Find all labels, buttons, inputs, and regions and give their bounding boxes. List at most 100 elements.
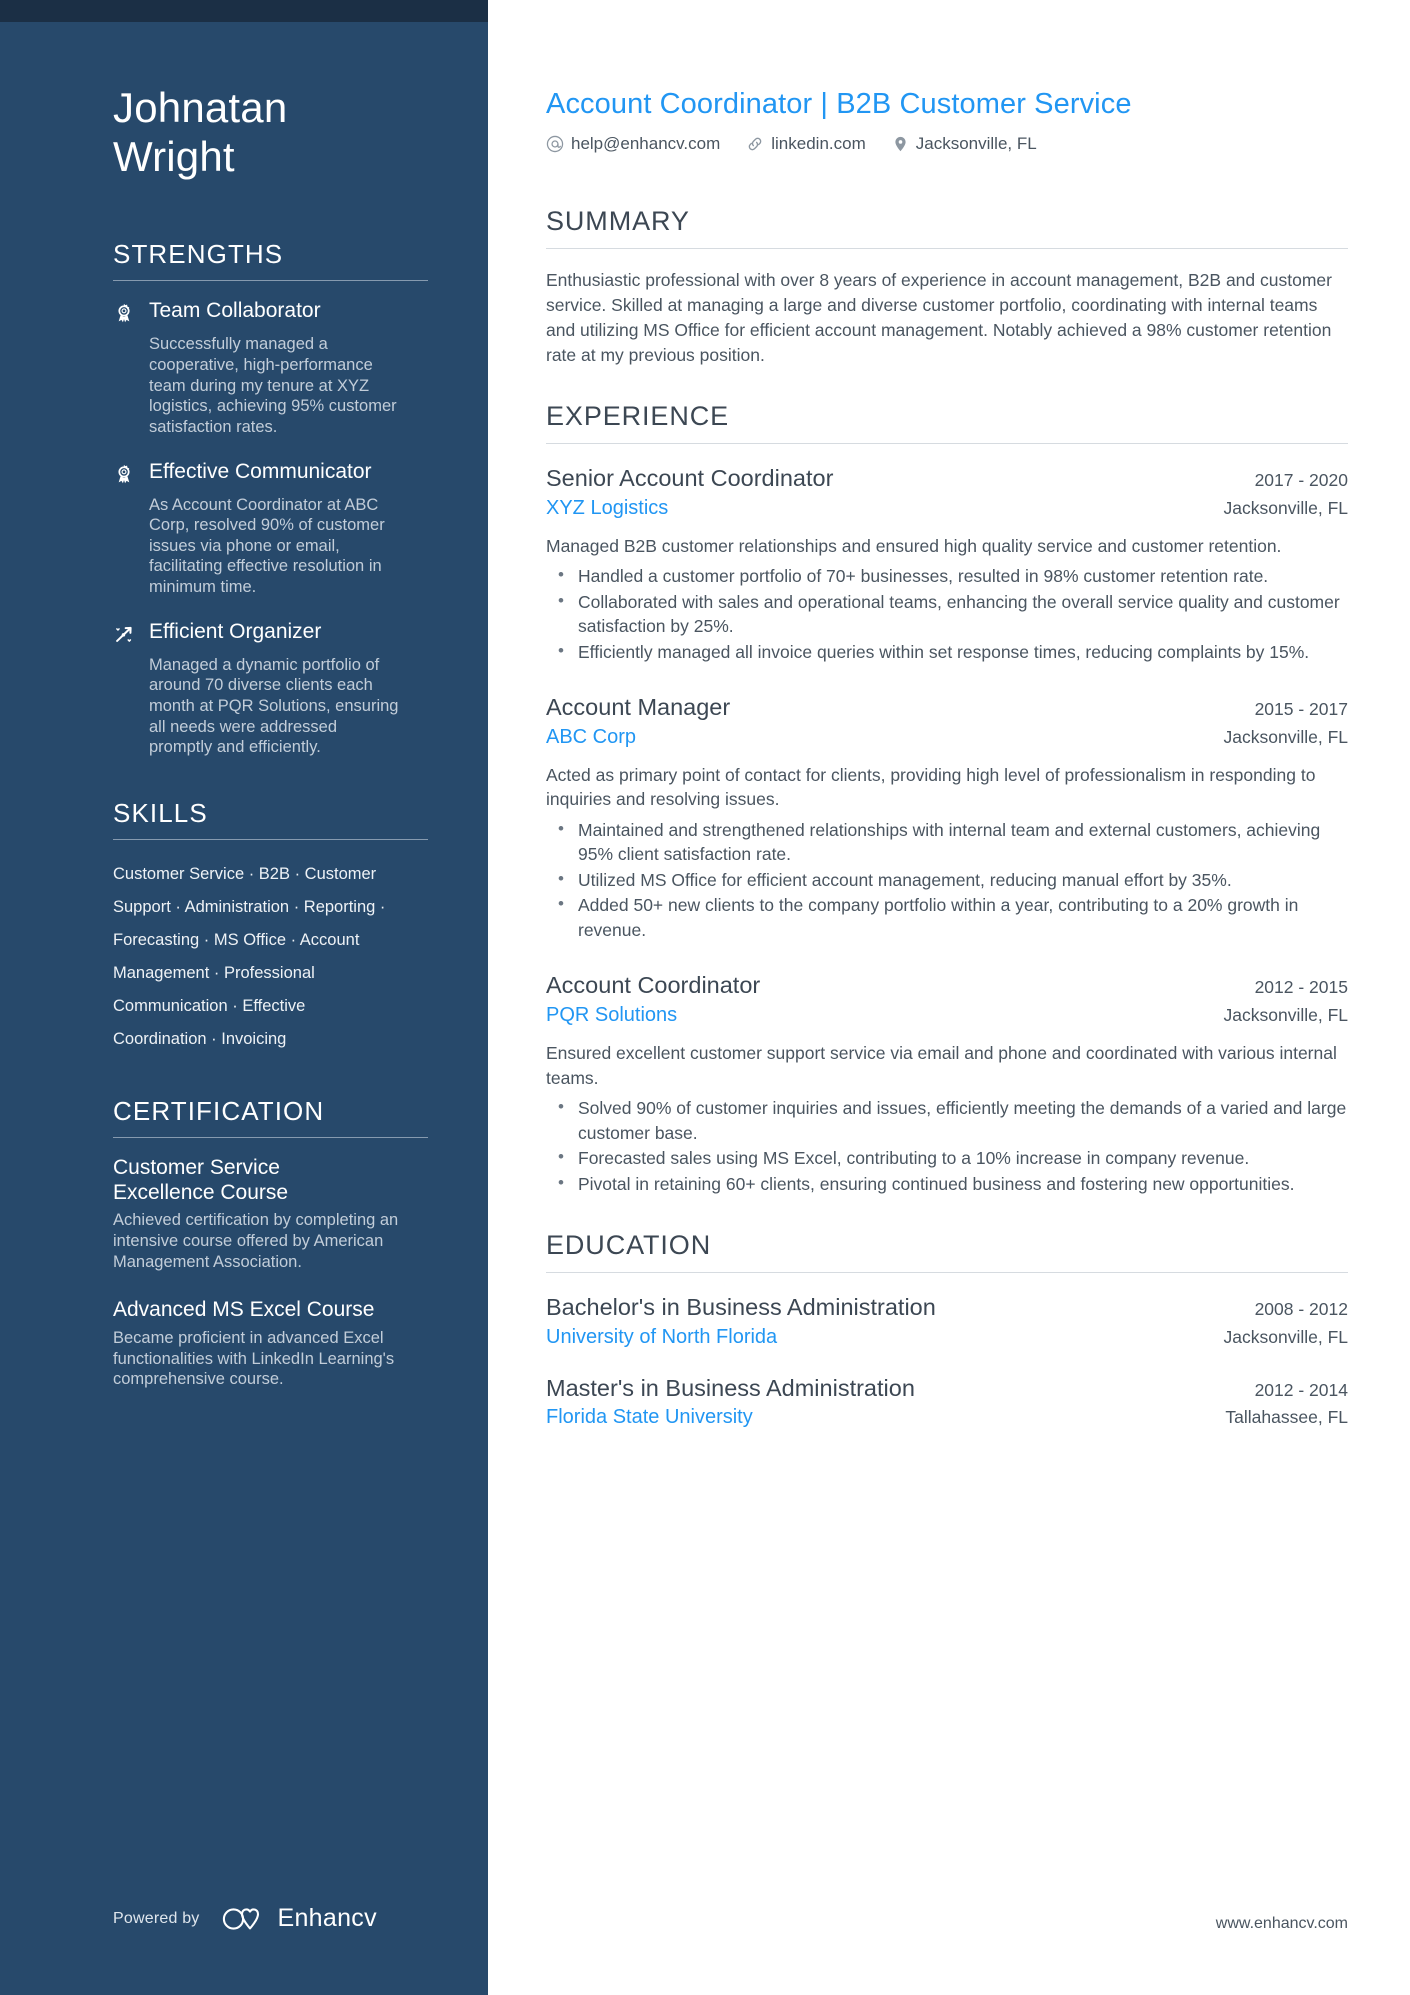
experience-company[interactable]: ABC Corp [546,723,636,752]
strength-description: Managed a dynamic portfolio of around 70… [149,655,399,757]
education-dates: 2008 - 2012 [1254,1299,1348,1320]
certification-item: Customer Service Excellence Course Achie… [113,1156,430,1272]
certification-item: Advanced MS Excel Course Became proficie… [113,1298,430,1390]
education-institution[interactable]: University of North Florida [546,1323,777,1352]
skill-item: B2B [258,864,290,883]
experience-entry: Senior Account Coordinator 2017 - 2020 X… [546,463,1348,664]
contact-location-text: Jacksonville, FL [915,134,1037,153]
skill-separator: · [289,897,304,916]
skill-item: Forecasting [113,930,200,949]
education-location: Jacksonville, FL [1223,1326,1349,1347]
skill-separator: · [170,897,185,916]
list-item: Solved 90% of customer inquiries and iss… [546,1095,1348,1145]
list-item: Maintained and strengthened relationship… [546,817,1348,867]
experience-dates: 2012 - 2015 [1254,977,1348,998]
strength-title: Effective Communicator [149,459,372,483]
sidebar-top-bar [0,0,488,22]
skill-item: Customer Service [113,864,245,883]
experience-bullets: Handled a customer portfolio of 70+ busi… [546,563,1348,665]
experience-company[interactable]: XYZ Logistics [546,494,668,523]
award-ribbon-icon [113,464,135,490]
experience-description: Managed B2B customer relationships and e… [546,535,1282,556]
certification-divider [113,1136,428,1138]
summary-heading: SUMMARY [546,206,690,236]
experience-description: Ensured excellent customer support servi… [546,1043,1337,1088]
contact-linkedin-text: linkedin.com [771,134,866,153]
at-email-icon [546,135,564,153]
sidebar: Johnatan Wright STRENGTHS Team Collabora… [0,0,488,1995]
list-item: Collaborated with sales and operational … [546,589,1348,639]
list-item: Added 50+ new clients to the company por… [546,892,1348,942]
experience-dates: 2017 - 2020 [1254,470,1348,491]
experience-location: Jacksonville, FL [1223,1005,1349,1026]
skill-separator: · [199,930,214,949]
education-entry: Master's in Business Administration 2012… [546,1373,1348,1433]
strengths-section: STRENGTHS Team Collaborator Successfully… [113,239,430,757]
experience-description: Acted as primary point of contact for cl… [546,764,1316,810]
skill-separator: · [289,864,305,883]
list-item: Handled a customer portfolio of 70+ busi… [546,563,1348,589]
strength-title: Efficient Organizer [149,619,322,643]
candidate-name: Johnatan Wright [113,84,288,180]
experience-location: Jacksonville, FL [1223,726,1349,747]
contact-row: help@enhancv.com linkedin.com Jacksonvil… [546,134,1348,154]
experience-location: Jacksonville, FL [1223,497,1349,518]
experience-divider [546,443,1348,445]
experience-company[interactable]: PQR Solutions [546,1001,677,1030]
summary-text: Enthusiastic professional with over 8 ye… [546,270,1332,365]
list-item: Forecasted sales using MS Excel, contrib… [546,1145,1348,1171]
enhancv-logo: Enhancv [222,1904,377,1933]
skill-item: Administration [184,897,290,916]
page-title: Account Coordinator | B2B Customer Servi… [546,88,1132,120]
experience-dates: 2015 - 2017 [1254,699,1348,720]
skills-heading: SKILLS [113,797,208,828]
skill-item: Reporting [303,897,376,916]
skill-item: Invoicing [221,1029,287,1048]
main-content: Account Coordinator | B2B Customer Servi… [488,0,1410,1995]
certification-heading: CERTIFICATION [113,1095,325,1126]
education-heading: EDUCATION [546,1230,712,1261]
sidebar-footer: Powered by Enhancv [113,1904,377,1933]
certification-section: CERTIFICATION Customer Service Excellenc… [113,1096,430,1390]
experience-section: EXPERIENCE Senior Account Coordinator 20… [546,401,1348,1196]
growth-arrow-icon [113,624,135,650]
enhancv-mark-icon [222,1906,268,1932]
skill-separator: · [209,963,224,982]
education-degree: Master's in Business Administration [546,1374,915,1401]
strengths-divider [113,280,428,282]
location-pin-icon [895,136,906,152]
list-item: Efficiently managed all invoice queries … [546,639,1348,665]
skill-separator: · [244,864,259,883]
experience-heading: EXPERIENCE [546,401,730,432]
footer-url: www.enhancv.com [1215,1915,1348,1932]
powered-by-label: Powered by [113,1909,200,1927]
contact-email[interactable]: help@enhancv.com [546,134,720,154]
education-location: Tallahassee, FL [1225,1407,1348,1428]
strength-item: Efficient Organizer Managed a dynamic po… [113,620,430,758]
contact-linkedin[interactable]: linkedin.com [746,134,866,154]
skills-list: Customer Service · B2B · Customer Suppor… [113,858,403,1056]
strength-description: As Account Coordinator at ABC Corp, reso… [149,495,385,597]
education-section: EDUCATION Bachelor's in Business Adminis… [546,1230,1348,1432]
experience-job-title: Senior Account Coordinator [546,465,834,492]
summary-section: SUMMARY Enthusiastic professional with o… [546,206,1348,367]
strength-item: Team Collaborator Successfully managed a… [113,299,430,437]
strength-description: Successfully managed a cooperative, high… [149,335,397,436]
experience-bullets: Maintained and strengthened relationship… [546,817,1348,943]
resume-page: Johnatan Wright STRENGTHS Team Collabora… [0,0,1410,1995]
list-item: Pivotal in retaining 60+ clients, ensuri… [546,1171,1348,1197]
award-ribbon-icon [113,303,135,329]
strengths-heading: STRENGTHS [113,239,284,270]
strength-title: Team Collaborator [149,299,321,323]
education-institution[interactable]: Florida State University [546,1403,753,1432]
link-chain-icon [748,137,762,151]
experience-job-title: Account Coordinator [546,972,761,999]
certification-description: Became proficient in advanced Excel func… [113,1328,395,1389]
skills-divider [113,838,428,840]
skill-separator: · [206,1029,222,1048]
skill-separator: · [375,897,386,916]
skill-separator: · [286,930,300,949]
skills-section: SKILLS Customer Service · B2B · Customer… [113,798,430,1056]
experience-entry: Account Manager 2015 - 2017 ABC Corp Jac… [546,692,1348,942]
contact-location: Jacksonville, FL [892,134,1037,154]
